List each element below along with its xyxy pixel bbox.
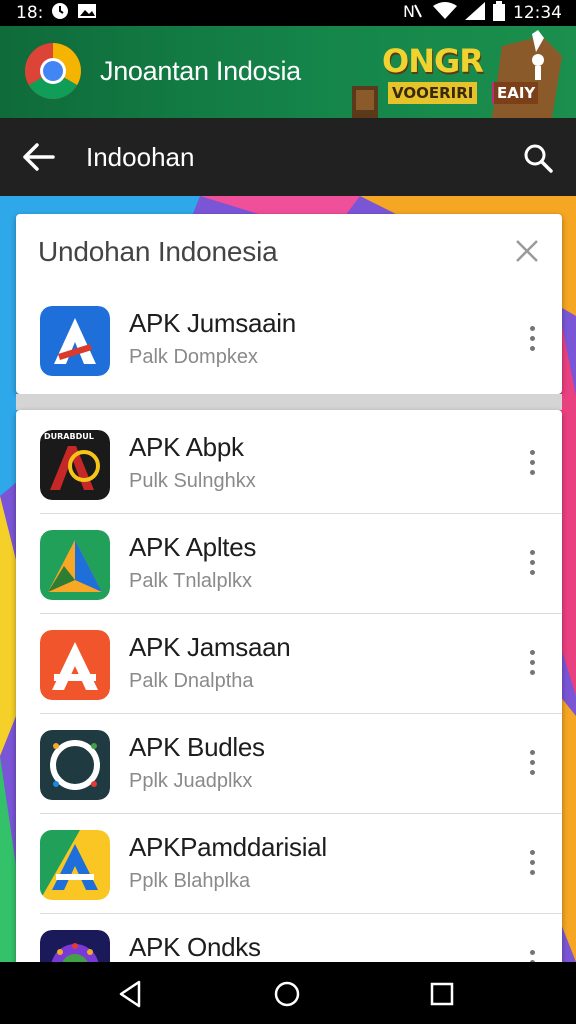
promo-art: ONGR VOOERIRI EAIY (352, 26, 576, 118)
app-name: APK Budles (129, 732, 265, 762)
nfc-icon: N (403, 2, 425, 25)
app-name: APK Jamsaan (129, 632, 291, 662)
status-bar: 18: N 12:34 (0, 0, 576, 26)
app-subtitle: Palk Tnlalplkx (129, 570, 253, 592)
status-time-left: 18: (16, 3, 44, 23)
battery-icon (493, 0, 505, 26)
apk-a-blue-icon (40, 306, 110, 376)
app-name: APK Apltes (129, 532, 257, 562)
signal-icon (465, 1, 485, 25)
app-toolbar: Indoohan (0, 118, 576, 196)
list-item[interactable]: APK Jamsaan Palk Dnalptha (16, 614, 562, 714)
arrow-back-icon[interactable] (20, 138, 58, 176)
more-vert-icon[interactable] (520, 318, 544, 358)
app-subtitle: Pplk Juadplkx (129, 770, 253, 792)
apk-triangle-green-icon (40, 530, 110, 600)
list-item[interactable]: APK Apltes Palk Tnlalplkx (16, 514, 562, 614)
more-vert-icon[interactable] (520, 642, 544, 682)
more-vert-icon[interactable] (520, 842, 544, 882)
more-vert-icon[interactable] (520, 742, 544, 782)
more-vert-icon[interactable] (520, 442, 544, 482)
app-subtitle: Pulk Sulnghkx (129, 470, 256, 492)
status-right: N 12:34 (403, 0, 562, 26)
status-time-right: 12:34 (513, 3, 562, 23)
list-item[interactable]: APK Budles Pplk Juadplkx (16, 714, 562, 814)
nav-back-icon[interactable] (110, 974, 150, 1014)
wifi-icon (433, 1, 457, 25)
featured-card: Undohan Indonesia APK Jumsaain Palk Domp… (16, 214, 562, 394)
apk-gear-dark-icon (40, 730, 110, 800)
card-gap (16, 394, 562, 410)
app-name: APK Abpk (129, 432, 244, 462)
close-icon[interactable] (510, 234, 544, 268)
featured-app-row[interactable]: APK Jumsaain Palk Dompkex (16, 290, 562, 390)
promo-headline: ONGR (382, 42, 484, 80)
app-list-card: DURABDUL APK Abpk Pulk Sulnghkx APK Aplt… (16, 410, 562, 970)
list-item[interactable]: APKPamddarisial Pplk Blahplka (16, 814, 562, 914)
app-icon-caption: DURABDUL (44, 432, 94, 441)
more-vert-icon[interactable] (520, 542, 544, 582)
chrome-logo-icon (24, 42, 82, 100)
app-name: APK Ondks (129, 932, 261, 962)
app-subtitle: Palk Dompkex (129, 346, 258, 368)
promo-tag: EAIY (494, 82, 539, 104)
promo-subline: VOOERIRI (388, 82, 478, 104)
nav-recents-icon[interactable] (422, 974, 462, 1014)
app-subtitle: Pplk Blahplka (129, 870, 251, 892)
app-subtitle: Palk Dnalptha (129, 670, 254, 692)
app-name: APKPamddarisial (129, 832, 327, 862)
featured-title: Undohan Indonesia (38, 236, 278, 267)
search-icon[interactable] (518, 138, 558, 178)
system-nav-bar (0, 962, 576, 1024)
svg-text:N: N (403, 2, 415, 20)
apk-a-dark-icon: DURABDUL (40, 430, 110, 500)
toolbar-title: Indoohan (86, 142, 195, 172)
image-icon (77, 2, 97, 25)
nav-home-icon[interactable] (267, 974, 307, 1014)
list-item[interactable]: DURABDUL APK Abpk Pulk Sulnghkx (16, 414, 562, 514)
banner-title: Jnoantan Indosia (100, 56, 301, 86)
apk-a-orange-icon (40, 630, 110, 700)
alarm-icon (51, 2, 69, 25)
app-name: APK Jumsaain (129, 308, 296, 338)
status-left: 18: (16, 2, 97, 25)
apk-a-yellow-icon (40, 830, 110, 900)
promo-banner[interactable]: Jnoantan Indosia ONGR VOOERIRI EAIY (0, 26, 576, 118)
